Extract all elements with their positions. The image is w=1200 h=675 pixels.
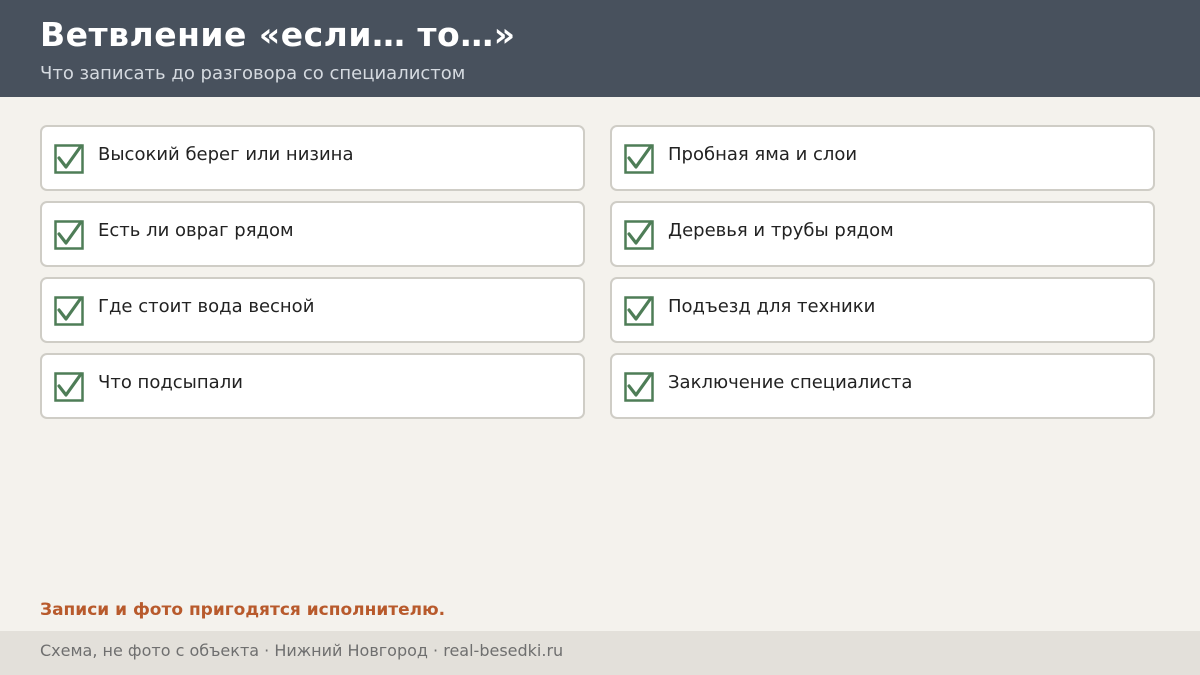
checklist-item[interactable]: Подъезд для техники: [610, 277, 1155, 343]
checklist-item-label: Заключение специалиста: [668, 372, 913, 393]
footer-text: Схема, не фото с объекта · Нижний Новгор…: [40, 641, 564, 660]
checklist-item[interactable]: Деревья и трубы рядом: [610, 201, 1155, 267]
checkbox-checked-icon[interactable]: [624, 144, 654, 174]
checkbox-checked-icon[interactable]: [54, 144, 84, 174]
checkbox-checked-icon[interactable]: [54, 296, 84, 326]
header: Ветвление «если… то…» Что записать до ра…: [0, 0, 1200, 97]
checklist-item[interactable]: Заключение специалиста: [610, 353, 1155, 419]
checklist-item-label: Высокий берег или низина: [98, 144, 354, 165]
footer: Схема, не фото с объекта · Нижний Новгор…: [0, 631, 1200, 675]
checklist-item[interactable]: Пробная яма и слои: [610, 125, 1155, 191]
checklist-item-label: Где стоит вода весной: [98, 296, 315, 317]
checklist-item[interactable]: Есть ли овраг рядом: [40, 201, 585, 267]
checklist-item-label: Есть ли овраг рядом: [98, 220, 294, 241]
checkbox-checked-icon[interactable]: [54, 220, 84, 250]
checkbox-checked-icon[interactable]: [624, 220, 654, 250]
checklist-item-label: Что подсыпали: [98, 372, 243, 393]
checklist-item[interactable]: Где стоит вода весной: [40, 277, 585, 343]
checklist-item[interactable]: Что подсыпали: [40, 353, 585, 419]
checklist-item-label: Пробная яма и слои: [668, 144, 858, 165]
checkbox-checked-icon[interactable]: [624, 296, 654, 326]
checklist-item-label: Деревья и трубы рядом: [668, 220, 894, 241]
page-subtitle: Что записать до разговора со специалисто…: [40, 63, 466, 84]
checklist-item-label: Подъезд для техники: [668, 296, 876, 317]
checkbox-checked-icon[interactable]: [624, 372, 654, 402]
checklist-item[interactable]: Высокий берег или низина: [40, 125, 585, 191]
checkbox-checked-icon[interactable]: [54, 372, 84, 402]
hint-note: Записи и фото пригодятся исполнителю.: [40, 600, 446, 620]
page-title: Ветвление «если… то…»: [40, 15, 516, 54]
